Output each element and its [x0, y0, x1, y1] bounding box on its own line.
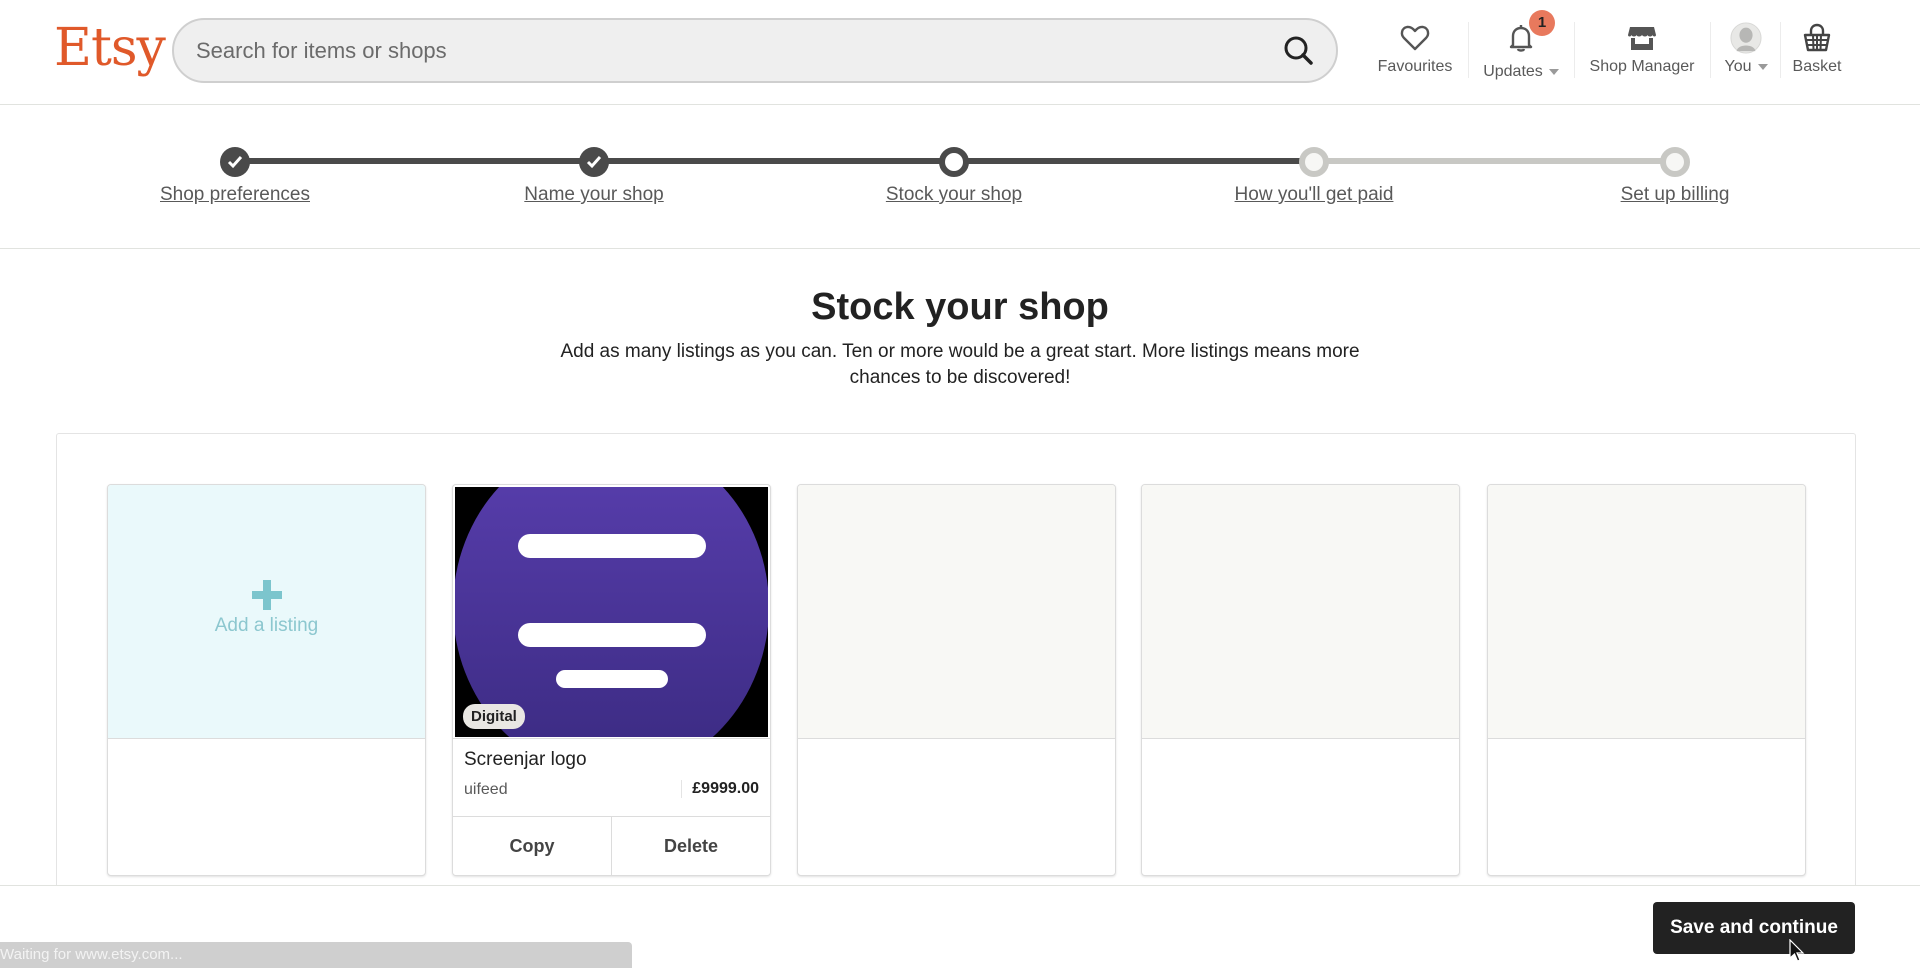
screenjar-logo-image: [455, 487, 768, 737]
nav-basket-label: Basket: [1792, 58, 1842, 75]
site-header: Etsy Favourites 1 Updates: [0, 0, 1920, 105]
nav-updates-label-wrap: Updates: [1478, 63, 1564, 81]
page-subtitle: Add as many listings as you can. Ten or …: [560, 341, 1360, 388]
nav-updates[interactable]: 1 Updates: [1478, 10, 1564, 88]
add-listing-label: Add a listing: [214, 615, 319, 636]
empty-slot-image: [1142, 485, 1459, 739]
nav-you[interactable]: You: [1718, 18, 1774, 88]
listing-title: Screenjar logo: [464, 749, 587, 770]
onboarding-stepper: Shop preferences Name your shop Stock yo…: [0, 105, 1920, 249]
delete-listing-button[interactable]: Delete: [611, 817, 770, 875]
empty-slot-image: [798, 485, 1115, 739]
empty-listing-slot: [1141, 484, 1460, 876]
browser-status-bar: Waiting for www.etsy.com...: [0, 942, 632, 968]
add-listing-card[interactable]: Add a listing: [107, 484, 426, 876]
step-dot-stock-your-shop: [939, 147, 969, 177]
nav-divider: [1780, 22, 1781, 78]
listing-thumbnail: Digital: [455, 487, 768, 737]
nav-shop-manager[interactable]: Shop Manager: [1584, 18, 1700, 88]
nav-basket[interactable]: Basket: [1786, 18, 1848, 88]
mouse-cursor-icon: [1789, 939, 1805, 962]
heart-icon: [1400, 25, 1430, 51]
step-link-shop-preferences[interactable]: Shop preferences: [160, 184, 310, 206]
step-dot-name-your-shop: [579, 147, 609, 177]
listing-image-area[interactable]: Digital: [453, 485, 770, 739]
step-dot-shop-preferences: [220, 147, 250, 177]
plus-icon: [251, 580, 282, 610]
add-listing-tile: Add a listing: [108, 485, 425, 739]
basket-icon: [1803, 23, 1831, 52]
nav-favourites[interactable]: Favourites: [1374, 18, 1456, 88]
listings-grid: Add a listing Digital Screenjar logo uif…: [56, 433, 1856, 893]
nav-you-label: You: [1724, 58, 1752, 75]
etsy-logo[interactable]: Etsy: [54, 18, 166, 78]
step-link-name-your-shop[interactable]: Name your shop: [524, 184, 663, 206]
nav-you-label-wrap: You: [1718, 58, 1774, 76]
empty-listing-slot: [1487, 484, 1806, 876]
nav-divider: [1574, 22, 1575, 78]
search-bar: [172, 18, 1338, 83]
step-dot-set-up-billing: [1660, 147, 1690, 177]
avatar-icon: [1730, 22, 1762, 54]
nav-divider: [1710, 22, 1711, 78]
copy-listing-button[interactable]: Copy: [453, 817, 611, 875]
save-and-continue-button[interactable]: Save and continue: [1653, 902, 1855, 954]
chevron-down-icon: [1548, 68, 1559, 75]
check-icon: [586, 156, 602, 169]
nav-shop-manager-label: Shop Manager: [1589, 58, 1695, 75]
updates-badge: 1: [1529, 10, 1555, 36]
updates-icon-wrap: 1: [1505, 10, 1555, 54]
nav-updates-label: Updates: [1483, 63, 1543, 80]
step-link-how-youll-get-paid[interactable]: How you'll get paid: [1235, 184, 1394, 206]
digital-badge: Digital: [463, 704, 525, 729]
empty-slot-image: [1488, 485, 1805, 739]
listing-shop-name: uifeed: [464, 781, 508, 798]
listing-price: £9999.00: [681, 780, 759, 798]
page-title: Stock your shop: [811, 286, 1109, 328]
listing-card: Digital Screenjar logo uifeed £9999.00 C…: [452, 484, 771, 876]
search-button[interactable]: [1280, 32, 1318, 70]
stepper-track-remaining: [1314, 158, 1675, 164]
storefront-icon: [1628, 27, 1656, 50]
chevron-down-icon: [1757, 63, 1768, 70]
nav-favourites-label: Favourites: [1377, 58, 1453, 75]
listing-actions: Copy Delete: [453, 816, 770, 875]
step-link-set-up-billing[interactable]: Set up billing: [1621, 184, 1730, 206]
step-link-stock-your-shop[interactable]: Stock your shop: [886, 184, 1022, 206]
step-dot-how-youll-get-paid: [1299, 147, 1329, 177]
stepper-track-complete: [235, 158, 1314, 164]
search-icon: [1284, 36, 1313, 65]
empty-listing-slot: [797, 484, 1116, 876]
nav-divider: [1468, 22, 1469, 78]
search-input[interactable]: [196, 20, 1236, 81]
check-icon: [227, 156, 243, 169]
